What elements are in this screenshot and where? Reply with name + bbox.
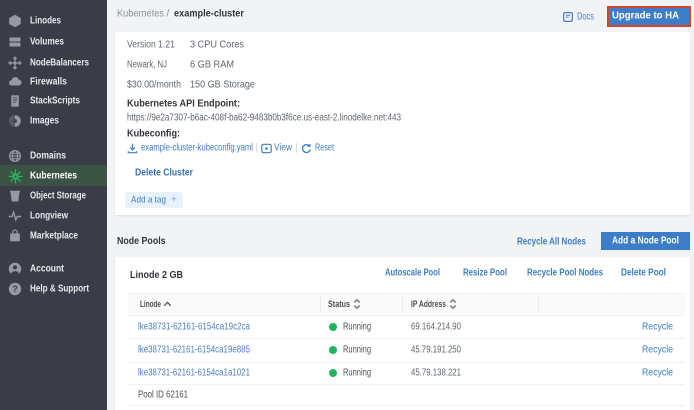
svg-text:?: ? <box>12 284 18 294</box>
